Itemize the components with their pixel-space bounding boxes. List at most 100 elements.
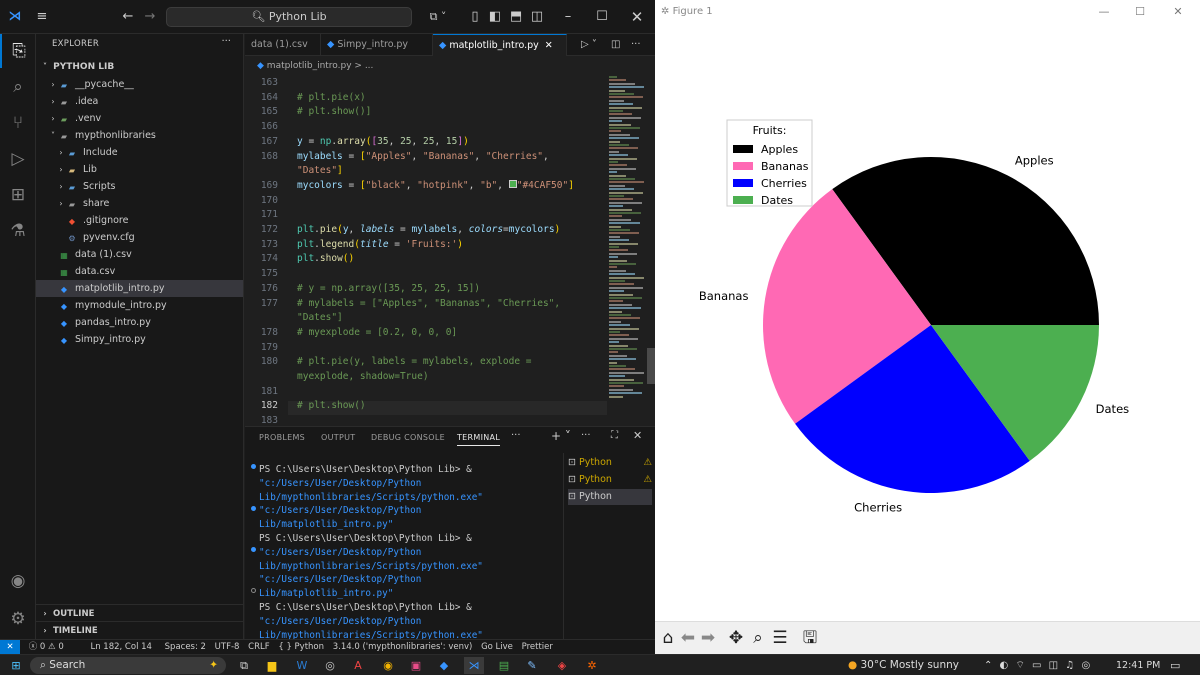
tree-item[interactable]: ⚙ pyvenv.cfg — [36, 229, 243, 246]
testing-icon[interactable]: ⚗ — [0, 214, 36, 248]
app-icon[interactable]: ◆ — [434, 657, 454, 674]
eol[interactable]: CRLF — [248, 642, 269, 652]
search-view-icon[interactable]: ⌕ — [0, 70, 36, 104]
extensions-icon[interactable]: ⊞ — [0, 178, 36, 212]
copilot-icon[interactable]: ⧉ ˅ — [420, 0, 456, 34]
vscode-taskbar-icon[interactable]: ⋊ — [464, 657, 484, 674]
menu-icon[interactable]: ≡ — [32, 0, 52, 34]
problems-indicator[interactable]: ⓧ 0 ⚠ 0 — [29, 642, 64, 652]
panel-more-icon[interactable]: ··· — [511, 430, 521, 441]
tree-item[interactable]: ◆ pandas_intro.py — [36, 314, 243, 331]
terminal-more-icon[interactable]: ··· — [581, 430, 591, 441]
app-icon[interactable]: ▣ — [406, 657, 426, 674]
tab-data-csv[interactable]: data (1).csv — [245, 34, 321, 56]
tab-matplotlib[interactable]: ◆ matplotlib_intro.py ✕ — [433, 34, 567, 56]
back-arrow-icon[interactable]: ← — [118, 0, 138, 34]
app-icon[interactable]: ◎ — [320, 657, 340, 674]
figure-maximize-icon[interactable]: ☐ — [1125, 0, 1155, 25]
terminal-item-active[interactable]: ⊡ Python — [568, 489, 652, 505]
app-icon[interactable]: ✲ — [582, 657, 602, 674]
notifications-icon[interactable]: ▭ — [1170, 657, 1180, 674]
source-control-icon[interactable]: ⑂ — [0, 106, 36, 140]
prettier[interactable]: Prettier — [522, 642, 553, 652]
editor-scrollbar[interactable] — [647, 348, 655, 384]
word-icon[interactable]: W — [292, 657, 312, 674]
home-icon[interactable]: ⌂ — [657, 626, 679, 650]
layout-panel-icon[interactable]: ▯ — [466, 0, 484, 34]
app-icon[interactable]: ◈ — [552, 657, 572, 674]
run-file-icon[interactable]: ▷ ˅ — [581, 34, 597, 56]
terminal-output[interactable]: PS C:\Users\User\Desktop\Python Lib> & "… — [259, 463, 555, 639]
minimize-icon[interactable]: – — [556, 0, 580, 34]
tab-debug-console[interactable]: DEBUG CONSOLE — [371, 433, 445, 442]
terminal-item[interactable]: ⊡ Python ⚠ — [568, 472, 652, 488]
terminal-item[interactable]: ⊡ Python ⚠ — [568, 455, 652, 471]
folder-root[interactable]: ˅ PYTHON LIB — [36, 58, 243, 75]
toggle-sidebar-icon[interactable]: ◧ — [486, 0, 504, 34]
maximize-icon[interactable]: ☐ — [590, 0, 614, 34]
tab-terminal[interactable]: TERMINAL — [457, 433, 501, 446]
weather-widget[interactable]: ● 30°C Mostly sunny — [848, 657, 959, 674]
command-center-search[interactable]: 🔍︎ Python Lib — [166, 7, 412, 27]
account-icon[interactable]: ◉ — [0, 564, 36, 598]
system-tray-icons[interactable]: ⌃ ◐ ⌔ ▭ ◫ ♫ ◎ — [984, 657, 1092, 674]
maximize-panel-icon[interactable]: ⛶ — [611, 430, 618, 441]
tree-item[interactable]: › ▰ share — [36, 195, 243, 212]
tree-item[interactable]: › ▰ Include — [36, 144, 243, 161]
tab-simpy[interactable]: ◆ Simpy_intro.py — [321, 34, 433, 56]
tree-item[interactable]: ◆ Simpy_intro.py — [36, 331, 243, 348]
forward-arrow-icon[interactable]: → — [140, 0, 160, 34]
encoding[interactable]: UTF-8 — [215, 642, 240, 652]
taskbar-search[interactable]: ⌕ Search ✦ — [30, 657, 226, 674]
language-mode[interactable]: { } Python — [278, 642, 324, 652]
tree-item[interactable]: ◆ .gitignore — [36, 212, 243, 229]
figure-minimize-icon[interactable]: — — [1089, 0, 1119, 25]
windows-start-icon[interactable]: ⊞ — [6, 657, 26, 674]
tree-item[interactable]: ▦ data (1).csv — [36, 246, 243, 263]
app-icon[interactable]: ▤ — [494, 657, 514, 674]
close-panel-icon[interactable]: ✕ — [633, 429, 642, 442]
new-terminal-icon[interactable]: + ˅ — [551, 429, 571, 443]
editor-more-icon[interactable]: ··· — [631, 34, 641, 56]
task-view-icon[interactable]: ⧉ — [234, 657, 254, 674]
remote-icon[interactable]: ✕ — [0, 640, 20, 654]
more-actions-icon[interactable]: ··· — [221, 36, 231, 47]
minimap[interactable] — [605, 76, 647, 425]
forward-icon[interactable]: ➡ — [697, 626, 719, 650]
file-explorer-icon[interactable]: ▆ — [262, 657, 282, 674]
outline-section[interactable]: › OUTLINE — [36, 604, 243, 621]
tree-item[interactable]: › ▰ Scripts — [36, 178, 243, 195]
clock[interactable]: 12:41 PM — [1116, 657, 1160, 674]
tree-item[interactable]: › ▰ Lib — [36, 161, 243, 178]
tree-item[interactable]: ◆ mymodule_intro.py — [36, 297, 243, 314]
access-icon[interactable]: A — [348, 657, 368, 674]
tree-item[interactable]: ▦ data.csv — [36, 263, 243, 280]
zoom-icon[interactable]: ⌕ — [747, 626, 769, 650]
figure-close-icon[interactable]: ✕ — [1163, 0, 1193, 25]
tab-output[interactable]: OUTPUT — [321, 433, 355, 442]
subplots-config-icon[interactable]: ☰ — [769, 626, 791, 650]
app-icon[interactable]: ✎ — [522, 657, 542, 674]
tree-item[interactable]: › ▰ __pycache__ — [36, 76, 243, 93]
tab-problems[interactable]: PROBLEMS — [259, 433, 305, 442]
cursor-position[interactable]: Ln 182, Col 14 — [90, 642, 151, 652]
save-figure-icon[interactable]: 🖫 — [799, 626, 821, 650]
indentation[interactable]: Spaces: 2 — [165, 642, 206, 652]
tree-item-selected[interactable]: ◆ matplotlib_intro.py — [36, 280, 243, 297]
go-live[interactable]: Go Live — [481, 642, 513, 652]
timeline-section[interactable]: › TIMELINE — [36, 621, 243, 638]
pan-icon[interactable]: ✥ — [725, 626, 747, 650]
toggle-aux-icon[interactable]: ◫ — [528, 0, 546, 34]
split-editor-icon[interactable]: ◫ — [611, 34, 620, 56]
interpreter[interactable]: 3.14.0 ('mypthonlibraries': venv) — [333, 642, 473, 652]
tree-item[interactable]: › ▰ .venv — [36, 110, 243, 127]
run-debug-icon[interactable]: ▷ — [0, 142, 36, 176]
tree-item[interactable]: ˅ ▰ mypthonlibraries — [36, 127, 243, 144]
chrome-icon[interactable]: ◉ — [378, 657, 398, 674]
back-icon[interactable]: ⬅ — [677, 626, 699, 650]
toggle-panel-icon[interactable]: ⬒ — [507, 0, 525, 34]
breadcrumb[interactable]: ◆ matplotlib_intro.py > ... — [245, 57, 655, 75]
settings-gear-icon[interactable]: ⚙ — [0, 602, 36, 636]
tree-item[interactable]: › ▰ .idea — [36, 93, 243, 110]
close-icon[interactable]: ✕ — [625, 0, 649, 34]
